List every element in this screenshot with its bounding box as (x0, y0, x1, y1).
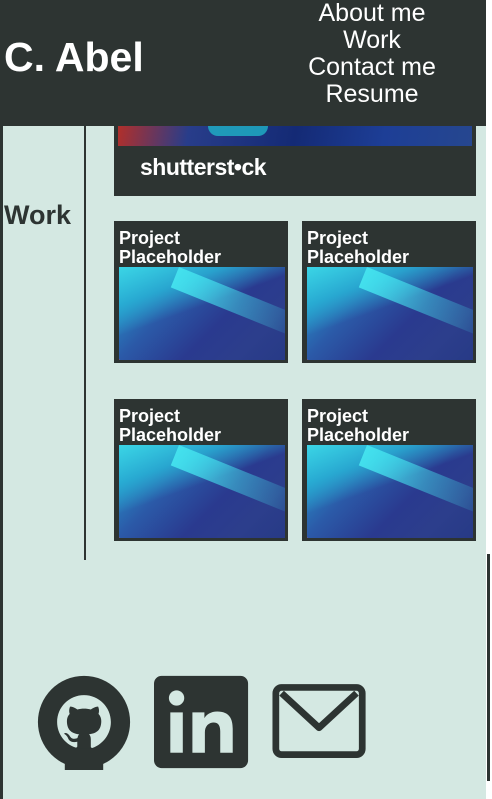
image-watermark: shutterst•ck (140, 154, 267, 180)
scrollbar[interactable] (486, 0, 492, 799)
project-card[interactable]: Project Placeholder (114, 221, 288, 363)
mail-icon (272, 684, 366, 758)
project-card[interactable]: Project Placeholder (114, 399, 288, 541)
linkedin-icon (154, 675, 249, 769)
nav-link-about[interactable]: About me (300, 0, 444, 27)
site-header: C. Abel About me Work Contact me Resume (0, 0, 486, 126)
project-title: Project Placeholder (119, 406, 222, 445)
nav-link-contact[interactable]: Contact me (300, 54, 444, 81)
project-thumbnail (119, 445, 285, 538)
main-nav: About me Work Contact me Resume (300, 0, 444, 108)
section-title-work: Work (4, 200, 72, 230)
project-thumbnail (307, 445, 473, 538)
nav-link-work[interactable]: Work (300, 27, 444, 54)
project-title: Project Placeholder (307, 406, 410, 445)
section-divider (84, 126, 86, 560)
site-brand[interactable]: C. Abel (4, 32, 144, 82)
project-thumbnail (307, 267, 473, 360)
project-thumbnail (119, 267, 285, 360)
project-title: Project Placeholder (307, 228, 410, 267)
linkedin-link[interactable] (154, 674, 250, 770)
project-card[interactable]: Project Placeholder (302, 399, 476, 541)
scrollbar-thumb[interactable] (487, 554, 490, 781)
project-card[interactable]: Project Placeholder (302, 221, 476, 363)
email-link[interactable] (272, 674, 368, 770)
github-link[interactable] (36, 674, 132, 770)
hero-image: shutterst•ck (114, 126, 476, 196)
github-icon (37, 675, 131, 770)
project-title: Project Placeholder (119, 228, 222, 267)
hero-image-content (118, 126, 472, 146)
nav-link-resume[interactable]: Resume (300, 81, 444, 108)
